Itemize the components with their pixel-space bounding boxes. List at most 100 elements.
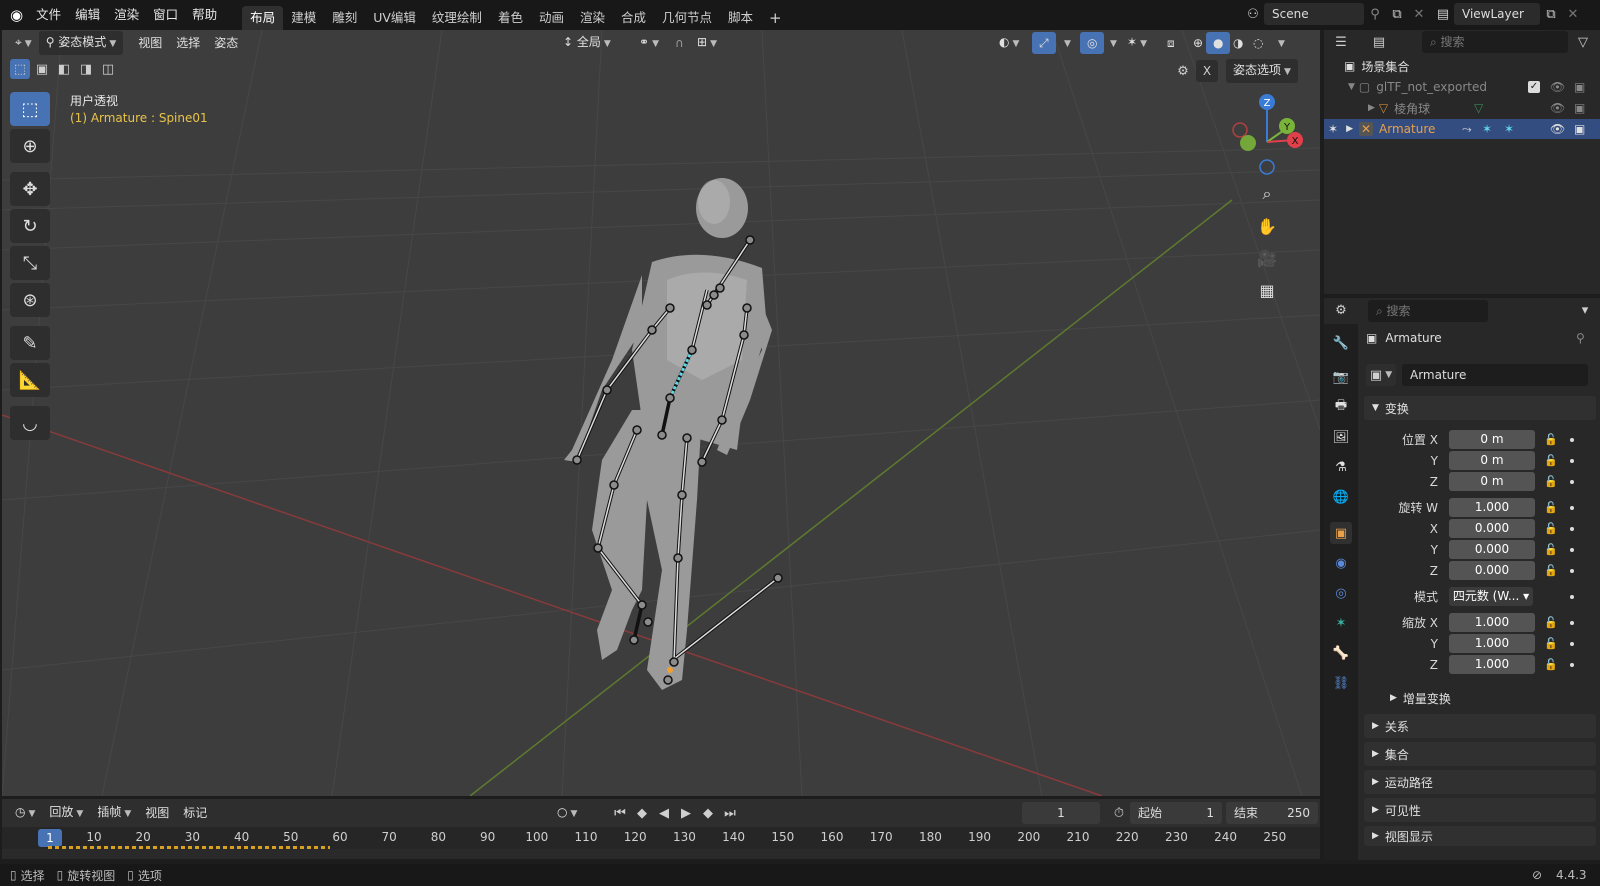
jump-end-icon[interactable]: ⏭ [720, 803, 740, 823]
collections-section-header[interactable]: ▶ 集合 [1364, 742, 1596, 766]
prev-keyframe-icon[interactable]: ◆ [632, 803, 652, 823]
lock-icon[interactable]: 🔓 [1544, 634, 1558, 654]
timeline-editor-type-icon[interactable]: ◷ ▼ [8, 801, 42, 825]
gizmo-toggle-icon[interactable]: ⤢ [1032, 32, 1056, 54]
timeline-menu-marker[interactable]: 标记 [176, 802, 214, 824]
eye-icon[interactable]: 👁 [1550, 101, 1565, 115]
checkbox-icon[interactable]: ✓ [1528, 81, 1540, 93]
jump-start-icon[interactable]: ⏮ [610, 803, 630, 823]
select-new-icon[interactable]: ⬚ [10, 59, 30, 79]
perspective-grid-icon[interactable]: ▦ [1253, 276, 1281, 304]
rotation-w-field[interactable]: 1.000 [1449, 498, 1535, 517]
keyframe-dot-icon[interactable] [1570, 569, 1574, 573]
frame-start-field[interactable]: 起始 1 [1130, 802, 1222, 824]
rotation-x-field[interactable]: 0.000 [1449, 519, 1535, 538]
navigation-gizmo[interactable]: Z Y X [1232, 94, 1303, 175]
transform-section-header[interactable]: ▼ 变换 [1364, 396, 1596, 420]
measure-tool-icon[interactable]: 📐 [10, 363, 50, 397]
select-subtract-icon[interactable]: ◧ [54, 59, 74, 79]
scale-z-field[interactable]: 1.000 [1449, 655, 1535, 674]
menu-edit[interactable]: 编辑 [68, 0, 107, 30]
output-tab-icon[interactable]: 🖶 [1330, 396, 1352, 418]
tree-row-gltf-collection[interactable]: ▼ ▢ glTF_not_exported ✓ 👁 ▣ [1324, 77, 1600, 97]
shading-dropdown-icon[interactable]: ▼ [1268, 31, 1292, 55]
pan-hand-icon[interactable]: ✋ [1253, 212, 1281, 240]
lock-icon[interactable]: 🔓 [1544, 451, 1558, 471]
editor-type-icon[interactable]: ⌖ ▼ [8, 31, 39, 55]
tab-shading[interactable]: 着色 [490, 6, 531, 30]
eye-icon[interactable]: 👁 [1550, 122, 1565, 136]
cursor-tool-icon[interactable]: ⊕ [10, 129, 50, 163]
tab-scripting[interactable]: 脚本 [720, 6, 761, 30]
bone-overlay-icon[interactable]: ✶ ▼ [1120, 31, 1154, 55]
snap-target-icon[interactable]: ⊞ ▼ [690, 31, 724, 55]
rotation-z-field[interactable]: 0.000 [1449, 561, 1535, 580]
snap-icon[interactable]: ∩ [668, 32, 691, 54]
tree-row-child-mesh[interactable]: ▶ ▽ 棱角球 ▽ 👁 ▣ [1324, 98, 1600, 118]
camera-icon[interactable]: ▣ [1574, 80, 1585, 94]
rotation-mode-field[interactable]: 四元数 (W... ▾ [1449, 587, 1533, 606]
timeline-menu-view[interactable]: 视图 [138, 802, 176, 824]
blender-logo-icon[interactable]: ◉ [10, 6, 23, 24]
pin-icon[interactable]: ⚲ [1576, 331, 1585, 345]
tab-geometry-nodes[interactable]: 几何节点 [654, 6, 720, 30]
keying-dropdown[interactable]: 插帧 ▼ [90, 801, 138, 825]
location-z-field[interactable]: 0 m [1449, 472, 1535, 491]
select-box-tool-icon[interactable]: ⬚ [10, 92, 50, 126]
properties-search-input[interactable]: ⌕ 搜索 [1368, 300, 1488, 322]
keyframe-dot-icon[interactable] [1570, 663, 1574, 667]
delta-transform-header[interactable]: ▶ 增量变换 [1364, 686, 1596, 710]
tab-layout[interactable]: 布局 [242, 6, 284, 30]
keyframe-dot-icon[interactable] [1570, 506, 1574, 510]
tree-row-scene-collection[interactable]: ▣ 场景集合 [1324, 56, 1600, 76]
menu-pose[interactable]: 姿态 [207, 32, 245, 54]
select-invert-icon[interactable]: ◨ [76, 59, 96, 79]
location-y-field[interactable]: 0 m [1449, 451, 1535, 470]
tab-compositing[interactable]: 合成 [613, 6, 654, 30]
scale-y-field[interactable]: 1.000 [1449, 634, 1535, 653]
relax-pose-tool-icon[interactable]: ◡ [10, 406, 50, 440]
scale-x-field[interactable]: 1.000 [1449, 613, 1535, 632]
outliner-search-input[interactable]: ⌕ 搜索 [1422, 31, 1568, 53]
menu-help[interactable]: 帮助 [185, 0, 224, 30]
lock-icon[interactable]: 🔓 [1544, 540, 1558, 560]
zoom-icon[interactable]: ⌕ [1253, 180, 1281, 208]
tree-row-armature[interactable]: ✶ ▶ ✕ Armature ⤳ ✶ ✶ 👁 ▣ [1324, 119, 1600, 139]
lock-icon[interactable]: 🔓 [1544, 519, 1558, 539]
pose-options-dropdown[interactable]: 姿态选项 ▼ [1226, 59, 1298, 83]
eye-icon[interactable]: 👁 [1550, 80, 1565, 94]
remove-view-layer-icon[interactable]: ✕ [1562, 3, 1584, 25]
frame-end-field[interactable]: 结束 250 [1226, 802, 1318, 824]
outliner-editor-type-icon[interactable]: ☰ [1330, 31, 1352, 53]
gizmo-dropdown-icon[interactable]: ▼ [1054, 31, 1078, 55]
next-keyframe-icon[interactable]: ◆ [698, 803, 718, 823]
new-view-layer-icon[interactable]: ⧉ [1540, 3, 1562, 25]
tab-animation[interactable]: 动画 [531, 6, 572, 30]
properties-options-icon[interactable]: ▾ [1574, 299, 1596, 321]
viewport-display-section-header[interactable]: ▶ 视图显示 [1364, 826, 1596, 846]
bone-constraint-tab-icon[interactable]: ⛓ [1330, 672, 1352, 694]
timeline-ruler[interactable]: 1 10 20 30 40 50 60 70 80 90 100 110 120 130 140 150 16… [2, 827, 1320, 849]
scene-field[interactable]: Scene [1264, 3, 1364, 25]
rotate-tool-icon[interactable]: ↻ [10, 209, 50, 243]
visibility-section-header[interactable]: ▶ 可见性 [1364, 798, 1596, 822]
move-tool-icon[interactable]: ✥ [10, 172, 50, 206]
lock-icon[interactable]: 🔓 [1544, 430, 1558, 450]
keyframe-dot-icon[interactable] [1570, 459, 1574, 463]
transform-orientation-dropdown[interactable]: ↕ 全局 ▼ [556, 31, 618, 55]
menu-render[interactable]: 渲染 [107, 0, 146, 30]
pivot-icon[interactable]: ⚭ ▼ [632, 31, 666, 55]
lock-icon[interactable]: 🔓 [1544, 613, 1558, 633]
keyframe-dot-icon[interactable] [1570, 621, 1574, 625]
location-x-field[interactable]: 0 m [1449, 430, 1535, 449]
play-icon[interactable]: ▶ [676, 803, 696, 823]
scale-tool-icon[interactable]: ⤡ [10, 246, 50, 280]
motion-paths-section-header[interactable]: ▶ 运动路径 [1364, 770, 1596, 794]
lock-icon[interactable]: 🔓 [1544, 472, 1558, 492]
tab-modeling[interactable]: 建模 [283, 6, 324, 30]
playback-dropdown[interactable]: 回放 ▼ [42, 801, 90, 825]
menu-select[interactable]: 选择 [169, 32, 207, 54]
rotation-y-field[interactable]: 0.000 [1449, 540, 1535, 559]
tab-texture-paint[interactable]: 纹理绘制 [424, 6, 490, 30]
scene-browse-icon[interactable]: ⚇ [1242, 3, 1264, 25]
